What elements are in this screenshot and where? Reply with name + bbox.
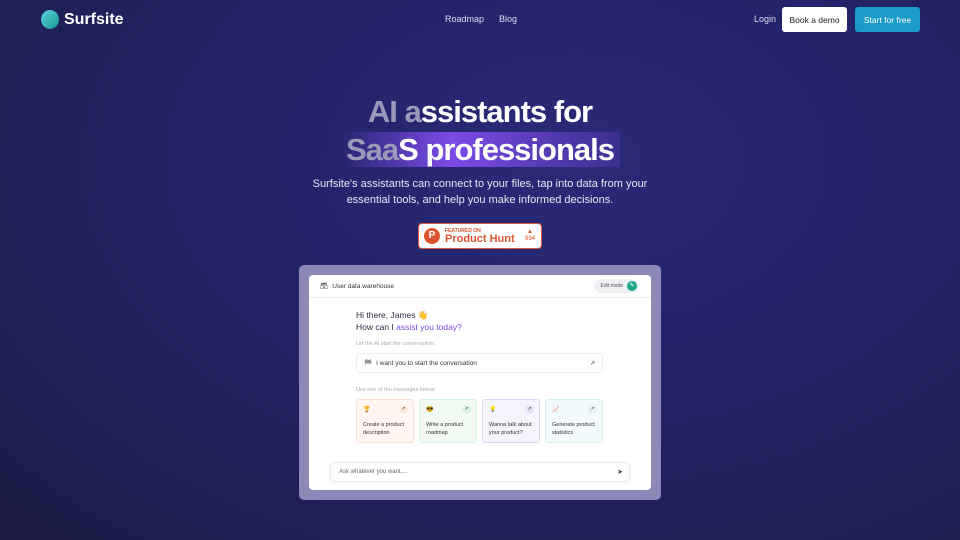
flag-icon: 🏁: [364, 360, 373, 367]
hero-subtitle: Surfsite's assistants can connect to you…: [312, 178, 648, 206]
card-icon: 📈: [552, 407, 560, 413]
arrow-icon: ↗: [462, 405, 471, 414]
start-free-button[interactable]: Start for free: [855, 7, 920, 32]
product-hunt-icon: P: [424, 228, 440, 244]
arrow-icon: ↗: [589, 360, 595, 367]
hero-title-line2: SaaS professionals: [0, 132, 960, 168]
pencil-icon: ✎: [627, 281, 637, 291]
start-label: Let the AI start the conversation:: [356, 341, 435, 347]
suggestion-card[interactable]: 🏆 ↗ Create a product description: [356, 399, 414, 443]
messages-label: Use one of the messages below:: [356, 387, 436, 393]
start-conversation-button[interactable]: 🏁 I want you to start the conversation ↗: [356, 353, 603, 373]
book-demo-button[interactable]: Book a demo: [782, 7, 847, 32]
app-preview: 🗃 User data warehouse Edit mode ✎ Hi there…: [299, 265, 661, 500]
greeting: Hi there, James 👋 How can I assist you to…: [356, 310, 462, 332]
card-text: Create a product description: [363, 422, 404, 436]
app-header: 🗃 User data warehouse Edit mode ✎: [309, 275, 651, 298]
brand-logo[interactable]: Surfsite: [41, 10, 124, 29]
top-nav: Surfsite Roadmap Blog Login Book a demo …: [0, 0, 960, 40]
nav-blog[interactable]: Blog: [499, 14, 517, 24]
arrow-icon: ↗: [588, 405, 597, 414]
card-icon: 🏆: [363, 407, 371, 413]
arrow-icon: ↗: [399, 405, 408, 414]
hero-title-line1: AI assistants for: [367, 94, 593, 129]
database-icon: 🗃: [320, 283, 329, 290]
edit-mode-toggle[interactable]: Edit mode ✎: [594, 279, 639, 293]
send-icon[interactable]: ➤: [617, 468, 623, 476]
upvote-icon: ▲: [527, 229, 533, 235]
product-hunt-badge[interactable]: P FEATURED ON Product Hunt ▲ 894: [418, 223, 542, 249]
card-text: Write a product roadmap: [426, 422, 464, 436]
brand-name: Surfsite: [64, 10, 124, 28]
card-text: Wanna talk about your product?: [489, 422, 532, 436]
ask-input[interactable]: Ask whatever you want.... ➤: [330, 462, 630, 482]
login-link[interactable]: Login: [754, 14, 776, 24]
suggestion-card[interactable]: 😎 ↗ Write a product roadmap: [419, 399, 477, 443]
card-text: Generate product statistics: [552, 422, 595, 436]
suggestion-card[interactable]: 📈 ↗ Generate product statistics: [545, 399, 603, 443]
app-title: User data warehouse: [332, 282, 395, 290]
arrow-icon: ↗: [525, 405, 534, 414]
logo-icon: [41, 10, 59, 29]
nav-roadmap[interactable]: Roadmap: [445, 14, 484, 24]
ph-name: Product Hunt: [445, 232, 515, 245]
suggestion-card[interactable]: 💡 ↗ Wanna talk about your product?: [482, 399, 540, 443]
ph-upvotes: ▲ 894: [524, 229, 535, 242]
card-icon: 💡: [489, 407, 497, 413]
card-icon: 😎: [426, 407, 434, 413]
